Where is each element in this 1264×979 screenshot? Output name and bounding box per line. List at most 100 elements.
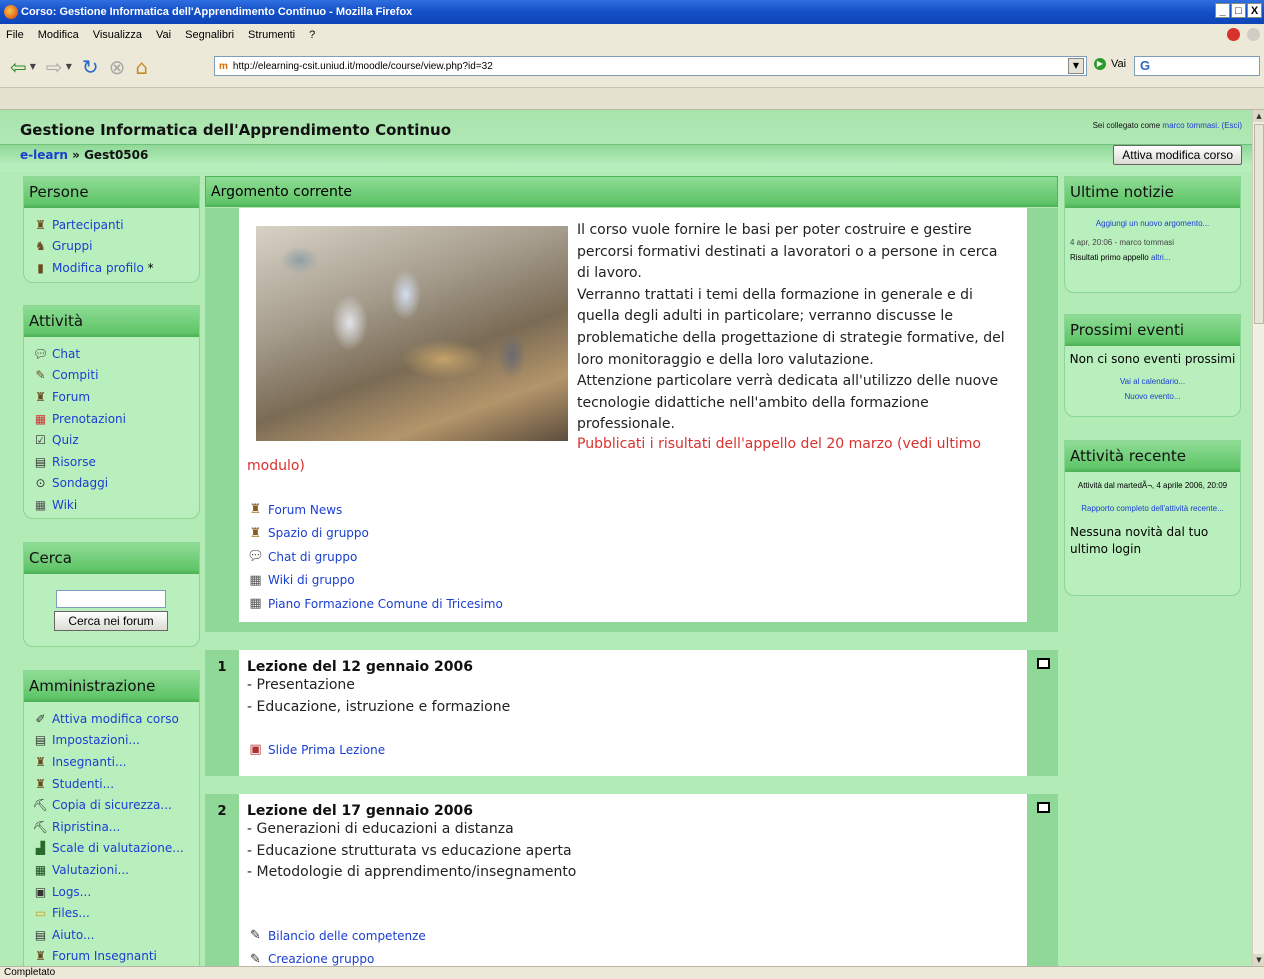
sidebar-item-surveys[interactable]: ⊙ Sondaggi bbox=[32, 473, 191, 495]
summary-line: professionale. bbox=[577, 416, 675, 433]
go-button[interactable]: ▶ Vai bbox=[1094, 58, 1126, 70]
url-dropdown-icon[interactable]: ▼ bbox=[1068, 58, 1084, 74]
admin-item-restore[interactable]: ⛏ Ripristina... bbox=[32, 816, 191, 838]
news-post-meta: 4 apr, 20:06 - marco tommasi bbox=[1070, 238, 1175, 247]
navbar-bar: e-learn » Gest0506 Attiva modifica corso bbox=[0, 144, 1252, 166]
wiki-icon: ▦ bbox=[249, 596, 262, 612]
menu-strumenti[interactable]: Strumenti bbox=[242, 29, 303, 41]
news-notice: Pubblicati i risultati dell'appello del … bbox=[247, 436, 981, 474]
forum-icon: ♜ bbox=[35, 389, 46, 404]
admin-item-help[interactable]: ▤ Aiuto... bbox=[32, 924, 191, 946]
admin-item-settings[interactable]: ▤ Impostazioni... bbox=[32, 730, 191, 752]
scroll-down-icon[interactable]: ▼ bbox=[1253, 954, 1264, 966]
breadcrumb-root[interactable]: e-learn bbox=[20, 148, 68, 162]
full-report-link[interactable]: Rapporto completo dell'attività recente.… bbox=[1081, 504, 1224, 513]
resource-group-wiki[interactable]: ▦ Wiki di gruppo bbox=[247, 569, 503, 593]
url-bar[interactable]: m http://elearning-csit.uniud.it/moodle/… bbox=[214, 56, 1087, 76]
back-icon[interactable]: ⇦ bbox=[10, 55, 27, 79]
news-block: Ultime notizie Aggiungi un nuovo argomen… bbox=[1064, 176, 1241, 293]
go-icon: ▶ bbox=[1094, 58, 1106, 70]
scroll-up-icon[interactable]: ▲ bbox=[1253, 110, 1264, 122]
resource-group-chat[interactable]: 💬︎ Chat di gruppo bbox=[247, 545, 503, 569]
sidebar-item-quiz[interactable]: ☑ Quiz bbox=[32, 429, 191, 451]
people-block-title: Persone bbox=[24, 177, 199, 208]
sidebar-item-groups[interactable]: ♞ Gruppi bbox=[32, 236, 191, 258]
maximize-button[interactable]: □ bbox=[1231, 3, 1246, 18]
calendar-link[interactable]: Vai al calendario... bbox=[1120, 377, 1185, 386]
scroll-thumb[interactable] bbox=[1254, 124, 1264, 324]
menu-segnalibri[interactable]: Segnalibri bbox=[179, 29, 242, 41]
sidebar-item-bookings[interactable]: ▦ Prenotazioni bbox=[32, 408, 191, 430]
scales-icon: ▟ bbox=[35, 841, 46, 856]
sidebar-item-resources[interactable]: ▤ Risorse bbox=[32, 451, 191, 473]
admin-item-students[interactable]: ♜ Studenti... bbox=[32, 773, 191, 795]
resource-training-plan[interactable]: ▦ Piano Formazione Comune di Tricesimo bbox=[247, 592, 502, 616]
resource-skills-assessment[interactable]: ✎ Bilancio delle competenze bbox=[247, 924, 1019, 948]
chat-icon: 💬︎ bbox=[32, 346, 49, 361]
vertical-scrollbar[interactable]: ▲ ▼ bbox=[1252, 110, 1264, 966]
profile-icon: ▮ bbox=[37, 260, 44, 275]
sidebar-item-forum[interactable]: ♜ Forum bbox=[32, 386, 191, 408]
news-block-title: Ultime notizie bbox=[1065, 177, 1240, 208]
forward-icon[interactable]: ⇨ bbox=[46, 55, 63, 79]
back-dropdown-icon[interactable]: ▼ bbox=[30, 62, 36, 71]
menu-file[interactable]: File bbox=[0, 29, 32, 41]
admin-item-edit[interactable]: ✐ Attiva modifica corso bbox=[32, 708, 191, 730]
backup-icon: ⛏ bbox=[32, 798, 49, 813]
minimize-button[interactable]: _ bbox=[1215, 3, 1230, 18]
menu-help[interactable]: ? bbox=[303, 29, 323, 41]
section-1-content: Lezione del 12 gennaio 2006 - Presentazi… bbox=[239, 650, 1027, 776]
admin-item-teacher-forum[interactable]: ♜ Forum Insegnanti bbox=[32, 946, 191, 966]
section-line: - Educazione strutturata vs educazione a… bbox=[247, 842, 572, 859]
user-link[interactable]: marco tommasi. bbox=[1162, 121, 1219, 130]
students-icon: ♜ bbox=[35, 776, 46, 791]
news-more-link[interactable]: altri... bbox=[1151, 253, 1171, 262]
home-icon[interactable]: ⌂ bbox=[135, 55, 148, 79]
search-input[interactable]: G bbox=[1134, 56, 1260, 76]
edit-course-button[interactable]: Attiva modifica corso bbox=[1113, 145, 1242, 165]
section-highlight-toggle[interactable] bbox=[1037, 658, 1050, 669]
admin-item-teachers[interactable]: ♜ Insegnanti... bbox=[32, 751, 191, 773]
sidebar-item-participants[interactable]: ♜ Partecipanti bbox=[32, 214, 191, 236]
admin-item-logs[interactable]: ▣ Logs... bbox=[32, 881, 191, 903]
logout-link[interactable]: (Esci) bbox=[1222, 121, 1242, 130]
forum-icon: ♜ bbox=[249, 525, 262, 541]
resource-slides[interactable]: ▣ Slide Prima Lezione bbox=[247, 738, 1019, 762]
new-event-link[interactable]: Nuovo evento... bbox=[1124, 392, 1180, 401]
add-topic-link[interactable]: Aggiungi un nuovo argomento... bbox=[1096, 219, 1209, 228]
admin-item-scales[interactable]: ▟ Scale di valutazione... bbox=[32, 838, 191, 860]
close-button[interactable]: X bbox=[1247, 3, 1262, 18]
section-highlight-toggle[interactable] bbox=[1037, 802, 1050, 813]
sidebar-item-chat[interactable]: 💬︎ Chat bbox=[32, 343, 191, 365]
resource-group-space[interactable]: ♜ Spazio di gruppo bbox=[247, 522, 503, 546]
resource-forum-news[interactable]: ♜ Forum News bbox=[247, 498, 503, 522]
teachers-icon: ♜ bbox=[35, 754, 46, 769]
summary-line: Attenzione particolare verrà dedicata al… bbox=[577, 373, 999, 390]
admin-item-backup[interactable]: ⛏ Copia di sicurezza... bbox=[32, 794, 191, 816]
sidebar-item-wiki[interactable]: ▦ Wiki bbox=[32, 494, 191, 516]
summary-line: problematiche della progettazione di str… bbox=[577, 329, 1005, 346]
forum-search-input[interactable] bbox=[56, 590, 166, 608]
assignment-icon: ✎ bbox=[250, 928, 261, 944]
restore-icon: ⛏ bbox=[32, 819, 49, 834]
events-block-title: Prossimi eventi bbox=[1065, 315, 1240, 346]
admin-item-grades[interactable]: ▦ Valutazioni... bbox=[32, 859, 191, 881]
menu-modifica[interactable]: Modifica bbox=[32, 29, 87, 41]
sidebar-item-edit-profile[interactable]: ▮ Modifica profilo * bbox=[32, 257, 191, 279]
summary-line: loro monitoraggio e della loro valutazio… bbox=[577, 351, 874, 368]
resource-group-creation[interactable]: ✎ Creazione gruppo bbox=[247, 947, 1019, 966]
required-marker: * bbox=[147, 260, 154, 275]
login-info: Sei collegato come marco tommasi. (Esci) bbox=[1093, 121, 1242, 130]
section-line: - Presentazione bbox=[247, 677, 355, 693]
stop-icon[interactable]: ⊗ bbox=[109, 55, 126, 79]
forward-dropdown-icon[interactable]: ▼ bbox=[66, 62, 72, 71]
forum-search-button[interactable]: Cerca nei forum bbox=[54, 611, 168, 631]
reload-icon[interactable]: ↻ bbox=[82, 55, 99, 79]
menu-visualizza[interactable]: Visualizza bbox=[87, 29, 150, 41]
menu-vai[interactable]: Vai bbox=[150, 29, 179, 41]
sidebar-item-assignments[interactable]: ✎ Compiti bbox=[32, 365, 191, 387]
section-title: Lezione del 17 gennaio 2006 bbox=[247, 803, 474, 819]
section-2: 2 Lezione del 17 gennaio 2006 - Generazi… bbox=[205, 794, 1058, 966]
no-events-text: Non ci sono eventi prossimi bbox=[1069, 352, 1236, 366]
admin-item-files[interactable]: ▭ Files... bbox=[32, 902, 191, 924]
